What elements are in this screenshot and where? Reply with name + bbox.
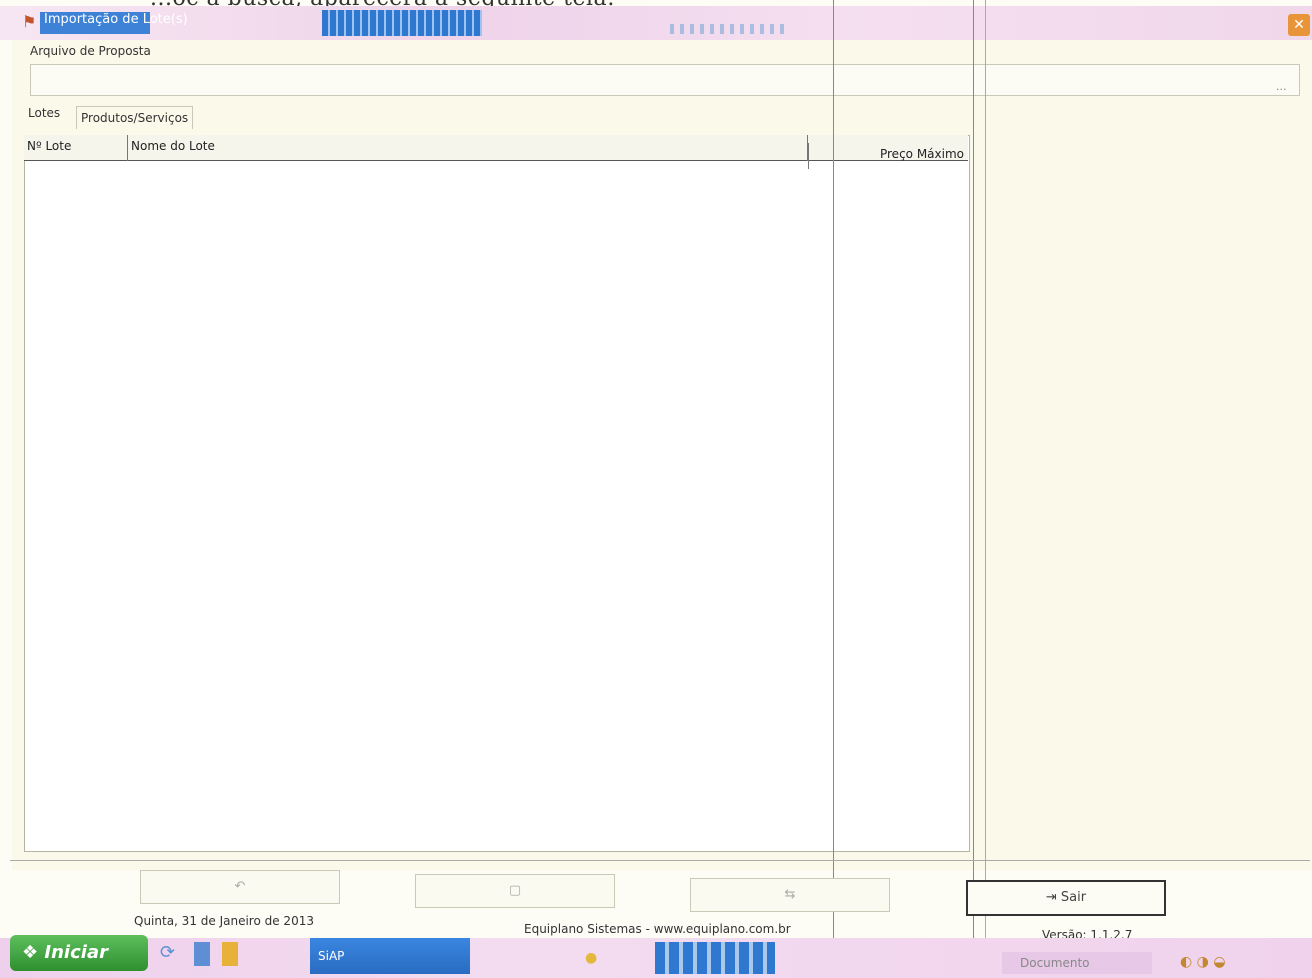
close-icon[interactable]: ✕ <box>1288 14 1310 36</box>
tab-produtos-servicos[interactable]: Produtos/Serviços <box>76 106 194 129</box>
proposal-file-input[interactable] <box>30 64 1300 96</box>
scan-artifact-line <box>985 0 986 978</box>
exit-label: Sair <box>1060 890 1087 905</box>
column-header-preco[interactable]: Preço Máximo <box>808 143 968 169</box>
taskbar-app-button[interactable]: SiAP <box>310 938 470 974</box>
exit-button[interactable]: ⇥ Sair <box>966 880 1166 916</box>
taskbar-noise <box>655 942 775 974</box>
tray-icon[interactable]: ◐ ◑ ◒ <box>1180 954 1226 970</box>
file-label: Arquivo de Proposta <box>30 44 151 58</box>
grid-header: Nº Lote Nome do Lote Preço Máximo <box>24 135 968 169</box>
title-noise <box>322 10 482 36</box>
tab-lotes[interactable]: Lotes <box>28 106 60 120</box>
undo-button[interactable]: ↶ <box>140 870 340 904</box>
quicklaunch-icon[interactable] <box>194 942 210 966</box>
taskbar-item[interactable]: Documento <box>1002 952 1152 974</box>
start-label: Iniciar <box>44 942 108 963</box>
start-button[interactable]: ❖ Iniciar <box>10 935 148 971</box>
import-icon: ⇆ <box>784 887 796 902</box>
status-site: Equiplano Sistemas - www.equiplano.com.b… <box>524 922 791 936</box>
window-icon: ⚑ <box>22 12 37 31</box>
title-noise-2 <box>670 24 790 34</box>
quicklaunch-icon[interactable] <box>222 942 238 966</box>
column-header-numero[interactable]: Nº Lote <box>24 135 128 161</box>
undo-icon: ↶ <box>234 879 246 894</box>
start-icon: ❖ <box>22 942 39 963</box>
window-divider <box>10 860 1310 861</box>
title-bar <box>0 6 1312 40</box>
quicklaunch-icon[interactable]: ⟳ <box>160 942 176 966</box>
scan-artifact-line <box>973 0 974 978</box>
clear-button[interactable]: ▢ <box>415 874 615 908</box>
exit-icon: ⇥ <box>1045 890 1057 905</box>
column-header-nome[interactable]: Nome do Lote <box>128 135 808 161</box>
status-date: Quinta, 31 de Janeiro de 2013 <box>134 914 314 928</box>
browse-icon[interactable]: ... <box>1276 80 1287 93</box>
import-button[interactable]: ⇆ <box>690 878 890 912</box>
clear-icon: ▢ <box>508 883 522 898</box>
scan-artifact-line <box>833 0 834 978</box>
window-title: Importação de Lote(s) <box>44 12 188 27</box>
lots-grid[interactable] <box>24 135 970 852</box>
taskbar-icon[interactable]: ● <box>585 950 597 966</box>
